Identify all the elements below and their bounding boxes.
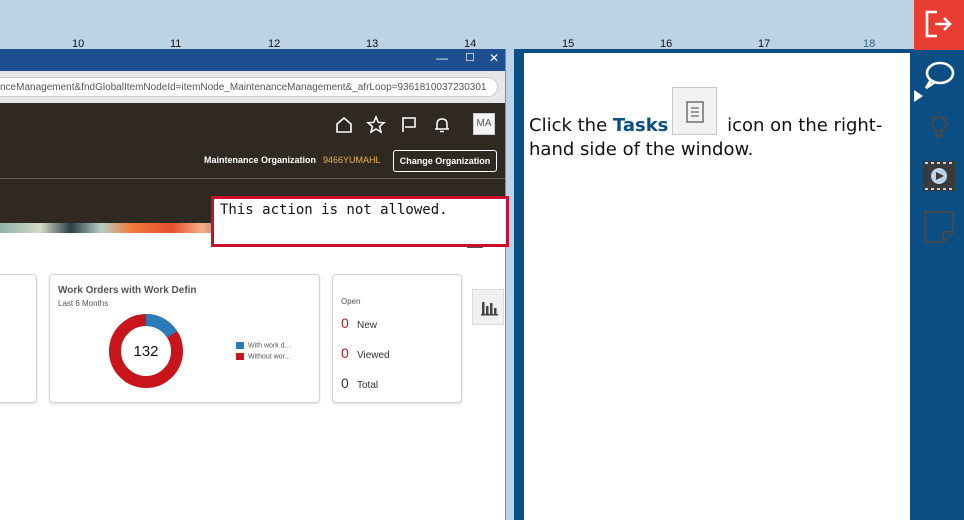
close-icon[interactable]: ✕ [489,51,499,65]
legend-item: Without wor... [236,353,290,360]
count-value: 0 [341,315,349,331]
active-indicator [914,90,923,102]
side-toolbar [914,0,964,520]
notifications-bell-icon[interactable] [432,115,452,135]
video-icon [923,161,955,191]
legend-item: With work d... [236,342,290,349]
speech-bubble-button[interactable] [914,52,964,102]
count-value: 0 [341,345,349,361]
legend-label: Without wor... [248,353,291,361]
legend-label: With work d... [248,342,291,350]
card-subtitle: Last 6 Months [58,299,109,308]
note-button[interactable] [914,204,964,254]
exit-button[interactable] [914,0,964,50]
instruction-text: Click the Tasks icon on the right-hand s… [529,87,899,162]
org-value: 9466YUMAHL [323,155,381,165]
count-label: New [357,320,378,331]
change-organization-button[interactable]: Change Organization [393,150,497,172]
instruction-highlight: Tasks [612,115,669,136]
lightbulb-icon [928,112,950,138]
avatar[interactable]: MA [473,113,495,135]
favorites-star-icon[interactable] [366,115,386,135]
speech-bubble-icon [924,61,955,90]
donut-center-value: 132 [133,343,158,360]
home-icon[interactable] [334,115,354,135]
exit-icon [925,10,952,38]
work-orders-card[interactable]: Work Orders with Work Defin Last 6 Month… [49,274,320,403]
url-field[interactable]: nceManagement&fndGlobalItemNodeId=itemNo… [0,77,498,97]
app-header: MA [0,103,505,145]
address-bar: nceManagement&fndGlobalItemNodeId=itemNo… [0,71,505,103]
counts-header: Open [341,297,361,306]
analytics-button[interactable] [472,289,504,325]
divider [0,178,505,179]
count-label: Viewed [357,350,390,361]
error-message: This action is not allowed. [211,196,509,247]
legend-swatch [236,342,244,349]
count-row-total[interactable]: 0 Total [341,375,378,391]
org-label: Maintenance Organization [204,155,317,165]
card-title: Work Orders with Work Defin [58,285,197,296]
donut-chart[interactable]: 132 [108,313,184,389]
browser-window: — ☐ ✕ nceManagement&fndGlobalItemNodeId=… [0,49,506,520]
count-row-new[interactable]: 0 New [341,315,377,331]
tasks-icon [672,87,718,135]
maximize-icon[interactable]: ☐ [465,51,475,64]
count-value: 0 [341,375,349,391]
legend-swatch [236,353,244,360]
counts-card[interactable]: Open 0 New 0 Viewed 0 Total [332,274,462,403]
browser-titlebar: — ☐ ✕ [0,49,505,71]
count-row-viewed[interactable]: 0 Viewed [341,345,390,361]
video-button[interactable] [914,152,964,202]
minimize-icon[interactable]: — [436,51,448,65]
bar-chart-icon [481,302,498,316]
instruction-prefix: Click the [529,115,613,136]
flag-icon[interactable] [399,115,419,135]
hint-button[interactable] [914,102,964,152]
count-label: Total [357,380,379,391]
instruction-content: Click the Tasks icon on the right-hand s… [524,53,910,520]
instruction-panel: Click the Tasks icon on the right-hand s… [514,49,914,520]
partial-card [0,274,37,403]
note-icon [924,211,954,243]
